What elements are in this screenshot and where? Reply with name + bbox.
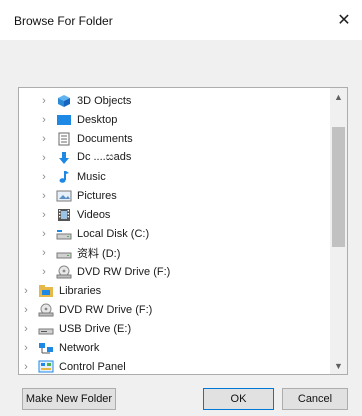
- tree-item[interactable]: › DVD RW Drive (F:): [21, 300, 333, 319]
- tree-item-label: Desktop: [77, 113, 118, 126]
- chevron-right-icon[interactable]: ›: [39, 247, 49, 259]
- tree-item-label: USB Drive (E:): [59, 322, 132, 335]
- browse-for-folder-dialog: Browse For Folder ✕ › 3D Objects › Desktop ›…: [0, 0, 362, 416]
- chevron-right-icon[interactable]: ›: [39, 133, 49, 145]
- usb-drive-icon: [38, 322, 54, 336]
- tree-item-label: Music: [77, 170, 106, 183]
- chevron-right-icon[interactable]: ›: [21, 323, 31, 335]
- tree-item-label: DVD RW Drive (F:): [59, 303, 153, 316]
- tree-item[interactable]: › USB Drive (E:): [21, 319, 333, 338]
- chevron-right-icon[interactable]: ›: [21, 304, 31, 316]
- tree-item[interactable]: › Videos: [39, 205, 347, 224]
- chevron-right-icon[interactable]: ›: [39, 114, 49, 126]
- scroll-thumb[interactable]: [332, 127, 345, 247]
- title-bar: Browse For Folder ✕: [0, 0, 362, 40]
- tree-item[interactable]: › Control Panel: [21, 357, 333, 374]
- documents-icon: [56, 132, 72, 146]
- desktop-icon: [56, 113, 72, 127]
- tree-item-label: Pictures: [77, 189, 117, 202]
- tree-item[interactable]: › 3D Objects: [39, 91, 347, 110]
- tree-item[interactable]: › Local Disk (C:): [39, 224, 347, 243]
- chevron-right-icon[interactable]: ›: [21, 285, 31, 297]
- tree-item-label: Dc ....සads: [77, 151, 132, 163]
- tree-item-label: DVD RW Drive (F:): [77, 265, 171, 278]
- tree-item-label: 3D Objects: [77, 94, 132, 107]
- tree-item[interactable]: › Desktop: [39, 110, 347, 129]
- make-new-folder-button[interactable]: Make New Folder: [22, 388, 116, 410]
- chevron-right-icon[interactable]: ›: [39, 228, 49, 240]
- chevron-right-icon[interactable]: ›: [39, 95, 49, 107]
- tree-item[interactable]: › Pictures: [39, 186, 347, 205]
- ok-button[interactable]: OK: [203, 388, 274, 410]
- music-icon: [56, 170, 72, 184]
- chevron-right-icon[interactable]: ›: [21, 342, 31, 354]
- tree-item-label: Libraries: [59, 284, 102, 297]
- tree-item[interactable]: › Dc ....සads: [39, 148, 347, 167]
- chevron-right-icon[interactable]: ›: [39, 152, 49, 164]
- chevron-right-icon[interactable]: ›: [39, 266, 49, 278]
- dvd-drive-icon: [38, 303, 54, 317]
- tree-item[interactable]: › Libraries: [21, 281, 333, 300]
- tree-item-label: Documents: [77, 132, 133, 145]
- dvd-drive-icon: [56, 265, 72, 279]
- control-panel-icon: [38, 360, 54, 374]
- tree-item[interactable]: › Network: [21, 338, 333, 357]
- scroll-up-icon[interactable]: ▲: [330, 88, 347, 105]
- local-disk-icon: [56, 227, 72, 241]
- tree-item-label: Network: [59, 341, 100, 354]
- window-title: Browse For Folder: [14, 14, 113, 28]
- vertical-scrollbar[interactable]: ▲ ▼: [330, 88, 347, 374]
- tree-item-label: Control Panel: [59, 360, 126, 373]
- folder-tree[interactable]: › 3D Objects › Desktop › Documents › Dc ....සad…: [18, 87, 348, 375]
- scroll-down-icon[interactable]: ▼: [330, 357, 347, 374]
- network-icon: [38, 341, 54, 355]
- tree-item-label: Videos: [77, 208, 111, 221]
- tree-item[interactable]: › Music: [39, 167, 347, 186]
- drive-icon: [56, 246, 72, 260]
- tree-item[interactable]: › 资料 (D:): [39, 243, 347, 262]
- chevron-right-icon[interactable]: ›: [39, 171, 49, 183]
- videos-icon: [56, 208, 72, 222]
- close-icon[interactable]: ✕: [334, 10, 354, 30]
- chevron-right-icon[interactable]: ›: [39, 209, 49, 221]
- libraries-icon: [38, 284, 54, 298]
- pictures-icon: [56, 189, 72, 203]
- tree-item[interactable]: › Documents: [39, 129, 347, 148]
- 3d-objects-icon: [56, 94, 72, 108]
- cancel-button[interactable]: Cancel: [282, 388, 348, 410]
- tree-item-label: Local Disk (C:): [77, 227, 150, 240]
- chevron-right-icon[interactable]: ›: [39, 190, 49, 202]
- tree-item-label: 资料 (D:): [77, 247, 121, 260]
- tree-item[interactable]: › DVD RW Drive (F:): [39, 262, 347, 281]
- downloads-icon: [56, 151, 72, 165]
- chevron-right-icon[interactable]: ›: [21, 361, 31, 373]
